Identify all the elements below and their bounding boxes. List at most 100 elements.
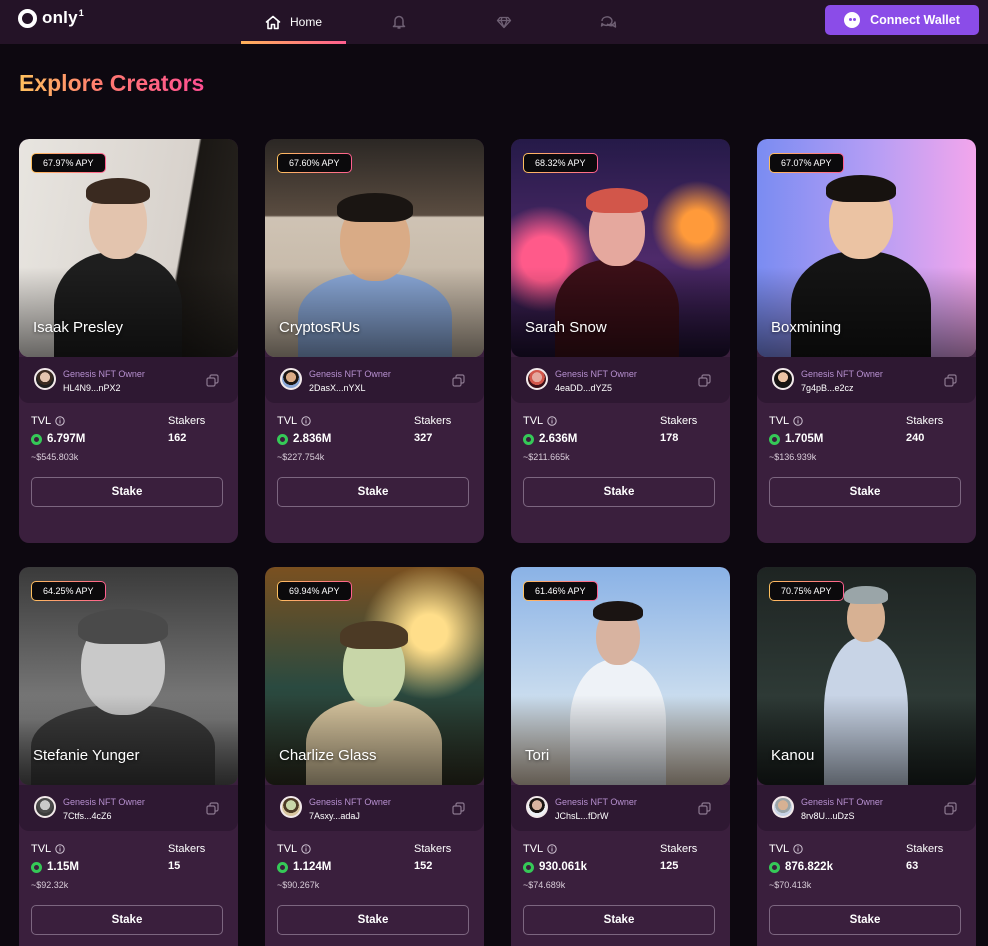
diamond-icon bbox=[496, 16, 511, 28]
nav-home[interactable]: Home bbox=[241, 0, 346, 44]
tvl-value-group: 1.124M bbox=[277, 861, 331, 873]
creator-photo[interactable]: 67.07% APY Boxmining bbox=[757, 139, 976, 357]
copy-icon[interactable] bbox=[698, 374, 711, 387]
stakers-label: Stakers bbox=[660, 415, 698, 427]
stake-button[interactable]: Stake bbox=[769, 477, 961, 507]
photo-figure-hair bbox=[340, 621, 408, 649]
chat-icon bbox=[600, 15, 617, 28]
owner-row: Genesis NFT Owner HL4N9...nPX2 bbox=[19, 357, 238, 403]
photo-shade bbox=[19, 267, 238, 357]
creator-card[interactable]: 67.97% APY Isaak Presley Genesis NFT Own… bbox=[19, 139, 238, 543]
tvl-usd-value: ~$92.32k bbox=[31, 880, 69, 890]
copy-icon[interactable] bbox=[944, 374, 957, 387]
tvl-token-icon bbox=[31, 861, 42, 873]
creator-photo[interactable]: 61.46% APY Tori bbox=[511, 567, 730, 785]
stakers-value: 15 bbox=[168, 860, 181, 872]
stakers-value: 162 bbox=[168, 432, 187, 444]
info-icon[interactable] bbox=[547, 416, 557, 426]
tvl-label: TVL bbox=[277, 843, 298, 855]
copy-icon[interactable] bbox=[452, 802, 465, 815]
creator-card[interactable]: 70.75% APY Kanou Genesis NFT Owner 8rv8U… bbox=[757, 567, 976, 946]
creator-card[interactable]: 67.07% APY Boxmining Genesis NFT Owner 7… bbox=[757, 139, 976, 543]
tvl-value: 1.705M bbox=[785, 433, 824, 445]
info-icon[interactable] bbox=[547, 844, 557, 854]
stake-button[interactable]: Stake bbox=[277, 477, 469, 507]
tvl-usd-value: ~$227.754k bbox=[277, 452, 325, 462]
stake-button[interactable]: Stake bbox=[277, 905, 469, 935]
copy-icon[interactable] bbox=[944, 802, 957, 815]
stake-button[interactable]: Stake bbox=[31, 905, 223, 935]
top-navigation-bar: only1 Home Connect Wallet bbox=[0, 0, 988, 44]
copy-icon[interactable] bbox=[452, 374, 465, 387]
connect-wallet-button[interactable]: Connect Wallet bbox=[825, 5, 979, 35]
connect-wallet-label: Connect Wallet bbox=[870, 13, 960, 27]
photo-figure-hair bbox=[586, 188, 648, 214]
owner-row: Genesis NFT Owner 7g4pB...e2cz bbox=[757, 357, 976, 403]
stake-button[interactable]: Stake bbox=[31, 477, 223, 507]
tvl-usd-value: ~$211.665k bbox=[523, 452, 570, 462]
stakers-label: Stakers bbox=[414, 843, 452, 855]
tvl-value: 1.124M bbox=[293, 861, 332, 873]
tvl-token-icon bbox=[523, 861, 534, 873]
photo-figure-hair bbox=[78, 609, 168, 644]
stakers-label: Stakers bbox=[660, 843, 698, 855]
creator-photo[interactable]: 68.32% APY Sarah Snow bbox=[511, 139, 730, 357]
stake-button[interactable]: Stake bbox=[523, 477, 715, 507]
nav-notifications[interactable] bbox=[346, 0, 451, 44]
creator-card[interactable]: 67.60% APY CryptosRUs Genesis NFT Owner … bbox=[265, 139, 484, 543]
tvl-value: 876.822k bbox=[785, 861, 833, 873]
tvl-label-group: TVL bbox=[769, 843, 803, 855]
creator-photo[interactable]: 67.97% APY Isaak Presley bbox=[19, 139, 238, 357]
owner-avatar bbox=[772, 796, 794, 818]
creator-name: Tori bbox=[525, 747, 550, 764]
stakers-value: 63 bbox=[906, 860, 919, 872]
info-icon[interactable] bbox=[301, 416, 311, 426]
nav-nft[interactable] bbox=[451, 0, 556, 44]
photo-shade bbox=[511, 695, 730, 785]
tvl-value: 2.836M bbox=[293, 433, 332, 445]
creator-card[interactable]: 64.25% APY Stefanie Yunger Genesis NFT O… bbox=[19, 567, 238, 946]
owner-address: 7Ctfs...4cZ6 bbox=[63, 811, 112, 821]
info-icon[interactable] bbox=[301, 844, 311, 854]
owner-row: Genesis NFT Owner 7Asxy...adaJ bbox=[265, 785, 484, 831]
tvl-value-group: 876.822k bbox=[769, 861, 833, 873]
copy-icon[interactable] bbox=[206, 374, 219, 387]
copy-icon[interactable] bbox=[206, 802, 219, 815]
apy-badge: 64.25% APY bbox=[31, 581, 106, 601]
owner-avatar bbox=[772, 368, 794, 390]
creator-photo[interactable]: 69.94% APY Charlize Glass bbox=[265, 567, 484, 785]
logo-ring-icon bbox=[18, 8, 37, 28]
owner-address: 8rv8U...uDzS bbox=[801, 811, 855, 821]
info-icon[interactable] bbox=[793, 844, 803, 854]
app-logo[interactable]: only1 bbox=[18, 8, 84, 28]
creator-card[interactable]: 68.32% APY Sarah Snow Genesis NFT Owner … bbox=[511, 139, 730, 543]
creator-photo[interactable]: 70.75% APY Kanou bbox=[757, 567, 976, 785]
owner-row: Genesis NFT Owner 2DasX...nYXL bbox=[265, 357, 484, 403]
owner-row: Genesis NFT Owner 8rv8U...uDzS bbox=[757, 785, 976, 831]
owner-row: Genesis NFT Owner 4eaDD...dYZ5 bbox=[511, 357, 730, 403]
info-icon[interactable] bbox=[793, 416, 803, 426]
owner-row: Genesis NFT Owner 7Ctfs...4cZ6 bbox=[19, 785, 238, 831]
tvl-usd-value: ~$136.939k bbox=[769, 452, 817, 462]
stake-button[interactable]: Stake bbox=[523, 905, 715, 935]
creator-photo[interactable]: 64.25% APY Stefanie Yunger bbox=[19, 567, 238, 785]
info-icon[interactable] bbox=[55, 416, 65, 426]
page-title: Explore Creators bbox=[19, 70, 205, 96]
photo-figure-hair bbox=[593, 601, 643, 622]
tvl-label-group: TVL bbox=[769, 415, 803, 427]
copy-icon[interactable] bbox=[698, 802, 711, 815]
owner-label: Genesis NFT Owner bbox=[309, 369, 391, 379]
stake-button[interactable]: Stake bbox=[769, 905, 961, 935]
creator-name: CryptosRUs bbox=[279, 319, 360, 336]
logo-superscript: 1 bbox=[78, 8, 84, 19]
tvl-token-icon bbox=[31, 433, 42, 445]
owner-address: 2DasX...nYXL bbox=[309, 383, 366, 393]
stakers-label: Stakers bbox=[414, 415, 452, 427]
creator-card[interactable]: 61.46% APY Tori Genesis NFT Owner JChsL.… bbox=[511, 567, 730, 946]
info-icon[interactable] bbox=[55, 844, 65, 854]
owner-label: Genesis NFT Owner bbox=[555, 797, 637, 807]
tvl-token-icon bbox=[769, 433, 780, 445]
creator-photo[interactable]: 67.60% APY CryptosRUs bbox=[265, 139, 484, 357]
nav-chat[interactable] bbox=[556, 0, 661, 44]
creator-card[interactable]: 69.94% APY Charlize Glass Genesis NFT Ow… bbox=[265, 567, 484, 946]
